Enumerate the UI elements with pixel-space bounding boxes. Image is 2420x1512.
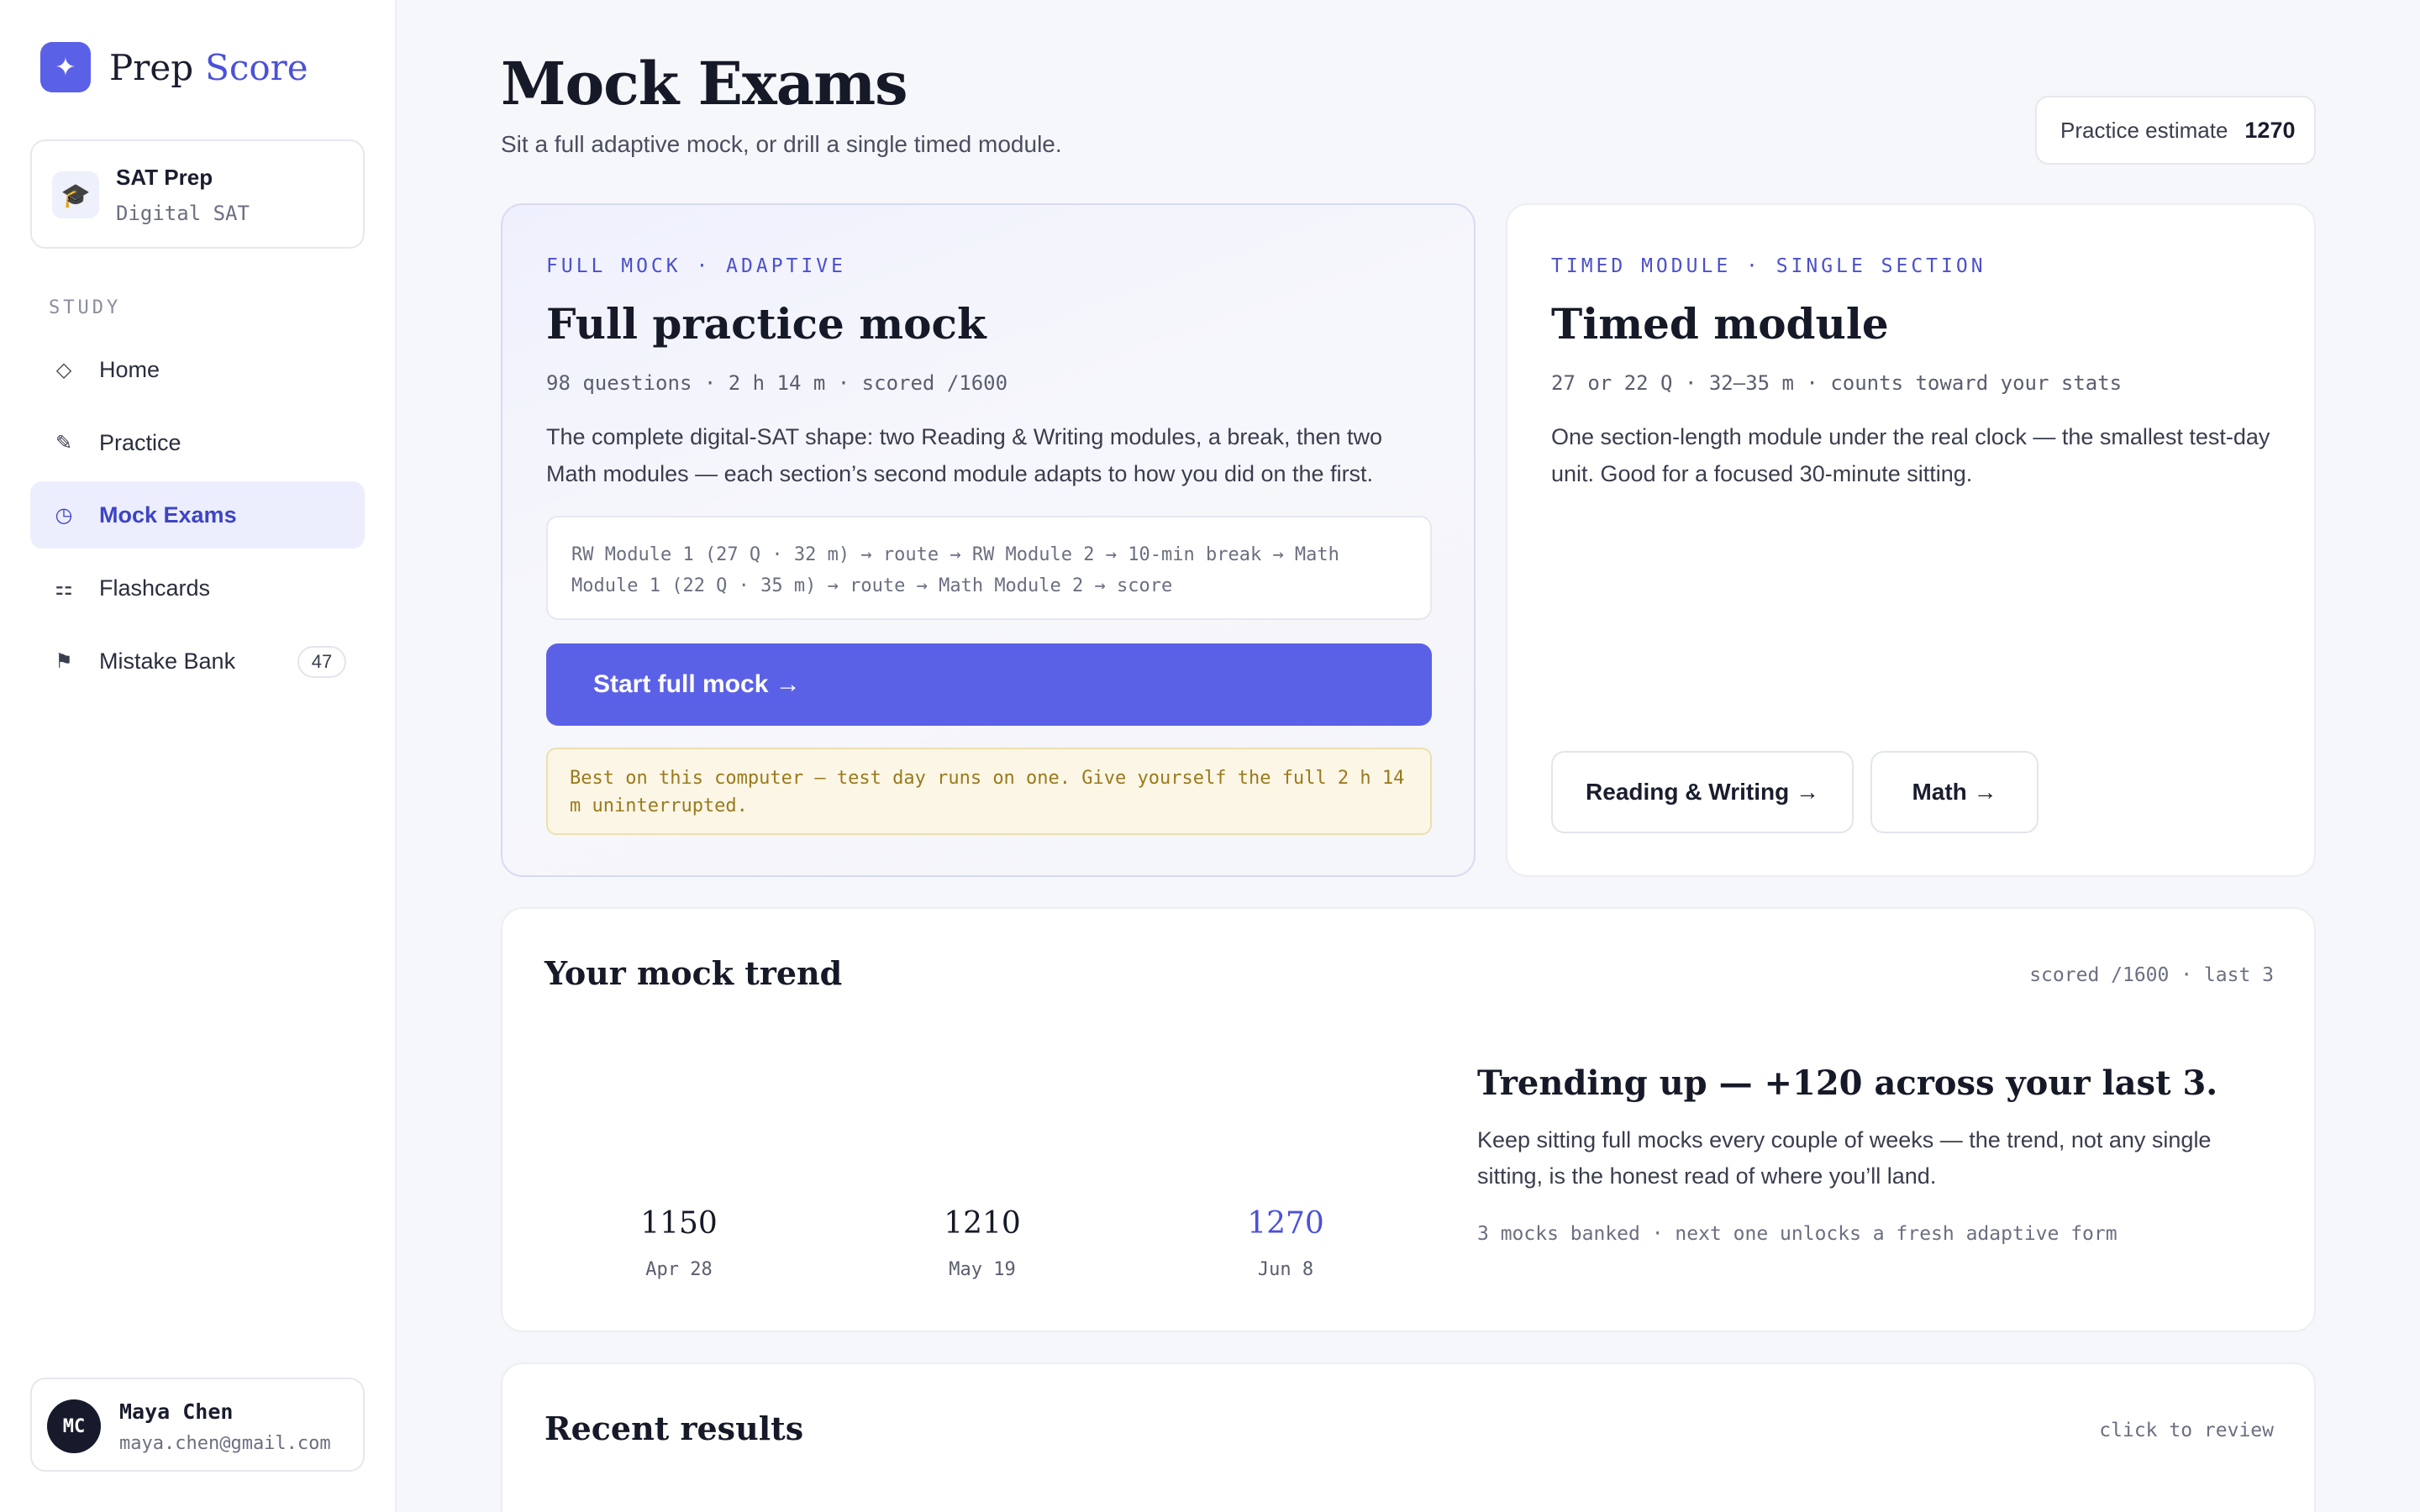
timed-module-card: TIMED MODULE · SINGLE SECTION Timed modu… [1506,203,2316,877]
user-account[interactable]: MC Maya Chen maya.chen@gmail.com [30,1378,365,1472]
timed-module-description: One section-length module under the real… [1551,424,2270,486]
trend-score: 1150 [640,1206,718,1241]
sidebar-item-flashcards[interactable]: ⚏ Flashcards [30,554,365,622]
course-name: SAT Prep [116,165,213,190]
trend-point[interactable]: 1270 Jun 8 [1185,1206,1386,1280]
trend-footnote: 3 mocks banked · next one unlocks a fres… [1477,1223,2118,1245]
cards-icon: ⚏ [55,576,73,600]
sidebar-item-label: Mock Exams [99,501,237,528]
sidebar-item-home[interactable]: ◇ Home [30,336,365,403]
recent-results-card: Recent results click to review [501,1362,2316,1512]
diamond-icon: ◇ [55,358,72,381]
start-full-mock-button[interactable]: Start full mock → [546,643,1432,726]
trend-date: May 19 [949,1259,1016,1280]
recent-results-hint: click to review [2099,1420,2274,1441]
full-mock-card: FULL MOCK · ADAPTIVE Full practice mock … [501,203,1476,877]
trend-date: Jun 8 [1257,1259,1314,1280]
trend-description: Keep sitting full mocks every couple of … [1477,1127,2212,1189]
graduation-cap-icon: 🎓 [52,171,99,218]
trend-score: 1270 [1247,1206,1324,1241]
trend-point[interactable]: 1210 May 19 [881,1206,1083,1280]
nav-section-label: STUDY [49,297,122,318]
pencil-icon: ✎ [55,431,73,454]
math-button[interactable]: Math → [1870,751,2039,833]
mock-trend-title: Your mock trend [544,954,843,992]
sidebar-item-label: Mistake Bank [99,648,236,674]
sidebar-item-mock-exams[interactable]: ◷ Mock Exams [30,481,365,549]
page-title: Mock Exams [501,49,908,118]
sparkle-icon: ✦ [40,42,91,92]
estimate-value: 1270 [2244,117,2296,143]
avatar: MC [47,1399,101,1453]
sidebar-item-mistake-bank[interactable]: ⚑ Mistake Bank 47 [30,627,365,695]
brand-name: Prep Score [109,46,308,88]
sidebar-item-label: Flashcards [99,575,211,601]
full-mock-meta: 98 questions · 2 h 14 m · scored /1600 [546,371,1008,395]
trend-point[interactable]: 1150 Apr 28 [578,1206,780,1280]
full-mock-eyebrow: FULL MOCK · ADAPTIVE [546,255,846,277]
timed-module-eyebrow: TIMED MODULE · SINGLE SECTION [1551,255,1986,277]
estimate-label: Practice estimate [2060,117,2228,143]
mock-trend-meta: scored /1600 · last 3 [2029,964,2274,986]
flag-icon: ⚑ [55,649,73,673]
sidebar-item-label: Home [99,356,160,382]
trend-score: 1210 [944,1206,1021,1241]
sidebar-item-label: Practice [99,429,182,455]
trend-date: Apr 28 [645,1259,713,1280]
course-subtitle: Digital SAT [116,202,250,225]
count-badge: 47 [297,646,346,678]
brand-logo[interactable]: ✦ Prep Score [40,42,308,92]
reading-writing-button[interactable]: Reading & Writing → [1551,751,1854,833]
timed-module-title: Timed module [1551,299,1889,349]
sidebar: ✦ Prep Score 🎓 SAT Prep Digital SAT STUDY… [0,0,397,1512]
mock-trend-card: Your mock trend scored /1600 · last 3 11… [501,907,2316,1332]
full-mock-title: Full practice mock [546,299,986,349]
full-mock-description: The complete digital-SAT shape: two Read… [546,424,1383,486]
user-name: Maya Chen [119,1399,234,1424]
recent-results-title: Recent results [544,1410,804,1447]
user-email: maya.chen@gmail.com [119,1433,331,1454]
test-day-note: Best on this computer — test day runs on… [546,748,1432,835]
practice-estimate-badge: Practice estimate 1270 [2035,96,2316,165]
module-flow: RW Module 1 (27 Q · 32 m) → route → RW M… [546,516,1432,620]
timed-module-meta: 27 or 22 Q · 32–35 m · counts toward you… [1551,371,2123,395]
clock-icon: ◷ [55,503,73,527]
page-subtitle: Sit a full adaptive mock, or drill a sin… [501,131,1062,157]
course-switcher[interactable]: 🎓 SAT Prep Digital SAT [30,139,365,249]
sidebar-item-practice[interactable]: ✎ Practice [30,409,365,476]
trend-headline: Trending up — +120 across your last 3. [1477,1063,2218,1103]
